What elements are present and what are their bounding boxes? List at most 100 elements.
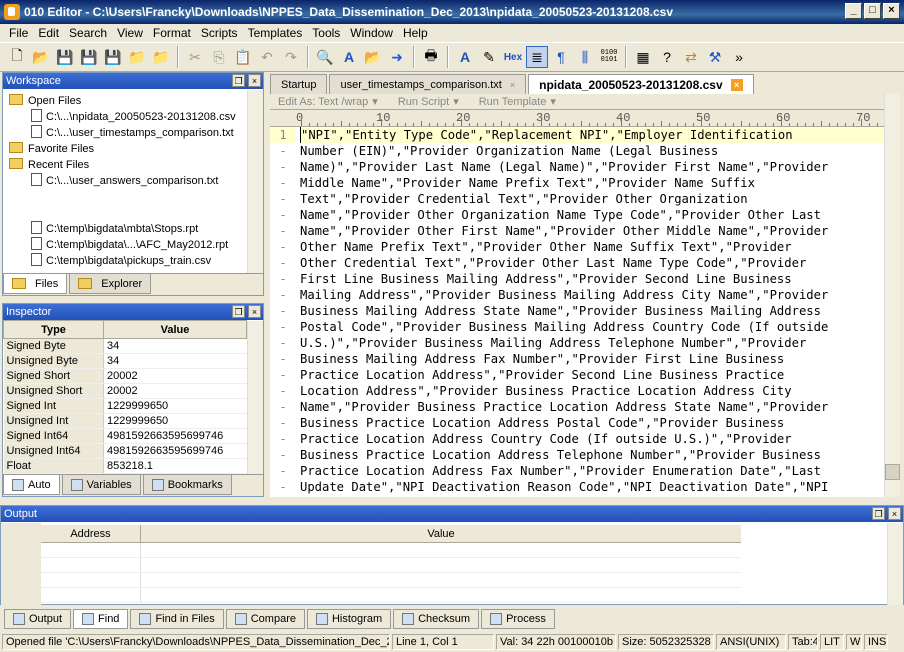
text-line[interactable]: Business Practice Location Address Posta… xyxy=(300,415,884,431)
menu-scripts[interactable]: Scripts xyxy=(196,26,243,40)
editor-tab[interactable]: npidata_20050523-20131208.csv × xyxy=(528,74,754,94)
menu-tools[interactable]: Tools xyxy=(307,26,345,40)
tab-histogram[interactable]: Histogram xyxy=(306,609,392,629)
text-line[interactable]: Other Name Prefix Text","Provider Other … xyxy=(300,239,884,255)
inspector-row[interactable]: Unsigned Int64 4981592663595699746 xyxy=(3,443,247,459)
minimize-button[interactable]: _ xyxy=(845,3,862,19)
tab-find-in-files[interactable]: Find in Files xyxy=(130,609,224,629)
text-editor[interactable]: 1---------------------- "NPI","Entity Ty… xyxy=(270,127,884,497)
tree-file[interactable]: C:\temp\bigdata\...\AFC_May2012.rpt xyxy=(7,237,245,253)
tab-compare[interactable]: Compare xyxy=(225,609,305,629)
new-file-icon[interactable]: 🗋 xyxy=(6,46,28,68)
text-line[interactable]: Update Date","NPI Deactivation Reason Co… xyxy=(300,479,884,495)
output-close-icon[interactable]: × xyxy=(888,507,901,520)
scroll-thumb[interactable] xyxy=(885,464,900,480)
text-line[interactable]: Name","Provider Other Organization Name … xyxy=(300,207,884,223)
calculator-icon[interactable]: ▦ xyxy=(632,46,654,68)
copy-icon[interactable]: ⎘ xyxy=(208,46,230,68)
menu-view[interactable]: View xyxy=(112,26,148,40)
tab-bookmarks[interactable]: Bookmarks xyxy=(142,475,232,495)
editor-tab[interactable]: user_timestamps_comparison.txt × xyxy=(329,74,527,95)
tools-icon[interactable]: ⚒ xyxy=(704,46,726,68)
paste-icon[interactable]: 📋 xyxy=(232,46,254,68)
inspector-close-icon[interactable]: × xyxy=(248,305,261,318)
text-line[interactable]: Name","Provider Business Practice Locati… xyxy=(300,399,884,415)
inspector-row[interactable]: Signed Int 1229999650 xyxy=(3,398,247,414)
text-line[interactable]: "NPI","Entity Type Code","Replacement NP… xyxy=(300,127,884,143)
text-line[interactable]: Name)","Provider Last Name (Legal Name)"… xyxy=(300,159,884,175)
hex-icon[interactable]: Hex xyxy=(502,46,524,68)
menu-format[interactable]: Format xyxy=(148,26,196,40)
highlight-icon[interactable]: ✎ xyxy=(478,46,500,68)
menu-edit[interactable]: Edit xyxy=(33,26,64,40)
tree-folder[interactable]: Recent Files xyxy=(7,157,245,173)
menu-search[interactable]: Search xyxy=(64,26,112,40)
tab-checksum[interactable]: Checksum xyxy=(393,609,480,629)
save-as-icon[interactable]: 💾 xyxy=(78,46,100,68)
result-row[interactable] xyxy=(41,573,741,588)
text-line[interactable]: Mailing Address","Provider Business Mail… xyxy=(300,287,884,303)
text-line[interactable]: Practice Location Address Country Code (… xyxy=(300,431,884,447)
value-column-header[interactable]: Value xyxy=(103,320,247,339)
compare-icon[interactable]: ⇄ xyxy=(680,46,702,68)
open-folder-icon[interactable]: 📁 xyxy=(126,46,148,68)
menu-file[interactable]: File xyxy=(4,26,33,40)
help-icon[interactable]: ? xyxy=(656,46,678,68)
output-scrollbar[interactable] xyxy=(887,523,903,605)
inspector-row[interactable]: Unsigned Short 20002 xyxy=(3,383,247,399)
inspector-row[interactable]: Unsigned Byte 34 xyxy=(3,353,247,369)
tree-folder[interactable]: Favorite Files xyxy=(7,141,245,157)
cut-icon[interactable]: ✂ xyxy=(184,46,206,68)
float-icon[interactable]: ❐ xyxy=(232,74,245,87)
text-line[interactable]: Name","Provider Other First Name","Provi… xyxy=(300,223,884,239)
float-icon[interactable]: ❐ xyxy=(232,305,245,318)
columns-icon[interactable]: ⫼ xyxy=(574,46,596,68)
text-line[interactable]: Postal Code","Provider Business Mailing … xyxy=(300,319,884,335)
float-icon[interactable]: ❐ xyxy=(872,507,885,520)
text-content[interactable]: "NPI","Entity Type Code","Replacement NP… xyxy=(300,127,884,495)
tab-files[interactable]: Files xyxy=(3,274,68,294)
editor-tab[interactable]: Startup xyxy=(270,74,328,94)
text-line[interactable]: Middle Name","Provider Name Prefix Text"… xyxy=(300,175,884,191)
text-line[interactable]: Business Mailing Address State Name","Pr… xyxy=(300,303,884,319)
text-line[interactable]: Practice Location Address","Provider Sec… xyxy=(300,367,884,383)
find-in-files-icon[interactable]: 📂 xyxy=(362,46,384,68)
inspector-row[interactable]: Signed Int64 4981592663595699746 xyxy=(3,428,247,444)
tab-explorer[interactable]: Explorer xyxy=(69,274,152,294)
tab-output[interactable]: Output xyxy=(4,609,72,629)
text-line[interactable]: First Line Business Mailing Address","Pr… xyxy=(300,271,884,287)
text-line[interactable]: Other Credential Text","Provider Other L… xyxy=(300,255,884,271)
paragraph-icon[interactable]: ¶ xyxy=(550,46,572,68)
result-row[interactable] xyxy=(41,543,741,558)
text-line[interactable]: Number (EIN)","Provider Organization Nam… xyxy=(300,143,884,159)
dropdown-arrow-icon[interactable]: ▾ xyxy=(453,95,459,108)
close-tab-icon[interactable]: × xyxy=(730,78,743,91)
tab-variables[interactable]: Variables xyxy=(61,475,141,495)
text-line[interactable]: Location Address","Provider Business Pra… xyxy=(300,383,884,399)
address-column-header[interactable]: Address xyxy=(41,525,141,542)
result-row[interactable] xyxy=(41,588,741,603)
menu-help[interactable]: Help xyxy=(398,26,433,40)
text-line[interactable]: Business Mailing Address Fax Number","Pr… xyxy=(300,351,884,367)
workspace-close-icon[interactable]: × xyxy=(248,74,261,87)
text-line[interactable]: Text","Provider Credential Text","Provid… xyxy=(300,191,884,207)
menu-templates[interactable]: Templates xyxy=(243,26,308,40)
toolbar-overflow-icon[interactable]: » xyxy=(728,46,750,68)
dropdown-arrow-icon[interactable]: ▾ xyxy=(372,95,378,108)
find-icon[interactable]: 🔍 xyxy=(314,46,336,68)
editor-option[interactable]: Run Script xyxy=(398,96,449,108)
dropdown-arrow-icon[interactable]: ▾ xyxy=(550,95,556,108)
goto-icon[interactable]: ➜ xyxy=(386,46,408,68)
font-icon[interactable]: A xyxy=(454,46,476,68)
workspace-icon[interactable]: 📁 xyxy=(150,46,172,68)
tree-file[interactable]: C:\...\user_timestamps_comparison.txt xyxy=(7,125,245,141)
editor-option[interactable]: Run Template xyxy=(479,96,547,108)
result-row[interactable] xyxy=(41,558,741,573)
tree-folder[interactable]: Open Files xyxy=(7,93,245,109)
close-tab-icon[interactable]: × xyxy=(510,75,515,95)
text-line[interactable]: Business Practice Location Address Telep… xyxy=(300,447,884,463)
binary-icon[interactable]: 0100 0101 xyxy=(598,46,620,68)
tab-auto[interactable]: Auto xyxy=(3,475,60,495)
open-file-icon[interactable]: 📂 xyxy=(30,46,52,68)
workspace-scrollbar[interactable] xyxy=(247,90,263,273)
